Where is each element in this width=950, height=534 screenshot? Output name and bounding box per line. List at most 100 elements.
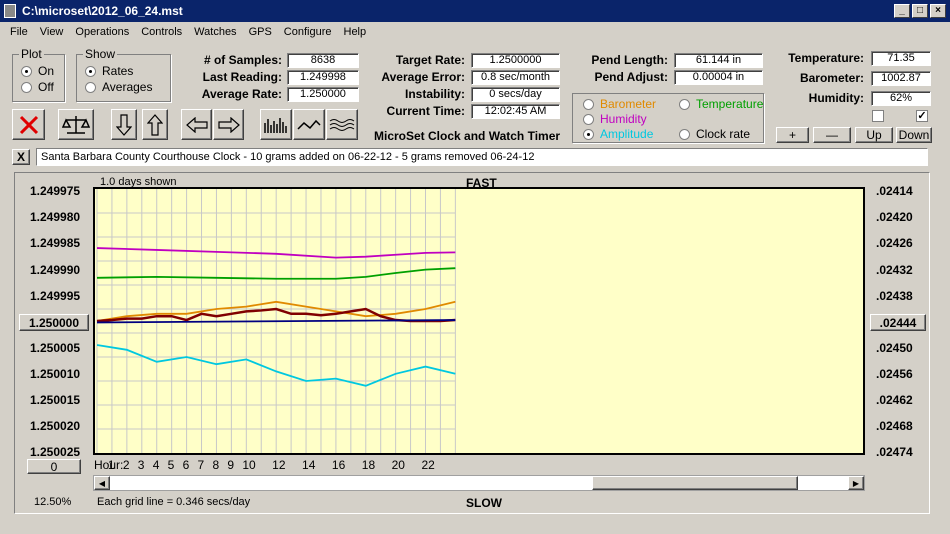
minus-button[interactable]: — xyxy=(813,127,851,143)
menu-view[interactable]: View xyxy=(34,26,70,38)
center-amplitude-button[interactable]: .02444 xyxy=(870,314,926,331)
wave-button[interactable] xyxy=(326,109,358,140)
stop-button[interactable] xyxy=(12,109,45,140)
samples-value: 8638 xyxy=(287,53,359,68)
average-rate-label: Average Rate: xyxy=(201,87,282,101)
menu-help[interactable]: Help xyxy=(338,26,373,38)
right-tick: .02456 xyxy=(876,367,913,381)
menu-controls[interactable]: Controls xyxy=(135,26,188,38)
radio-dot-icon xyxy=(583,128,594,140)
down-button[interactable]: Down xyxy=(896,127,932,143)
close-button[interactable]: × xyxy=(930,4,946,18)
menu-gps[interactable]: GPS xyxy=(243,26,278,38)
up-button[interactable]: Up xyxy=(855,127,893,143)
histogram-button[interactable] xyxy=(260,109,292,140)
radio-dot-icon xyxy=(583,98,594,110)
timer-title: MicroSet Clock and Watch Timer xyxy=(374,129,561,143)
checkbox-left[interactable] xyxy=(872,110,884,122)
plus-button[interactable]: + xyxy=(776,127,809,143)
checkbox-right[interactable]: ✓ xyxy=(916,110,928,122)
hour-tick: 2 xyxy=(122,458,130,472)
show-group-label: Show xyxy=(83,47,118,61)
show-rates-radio[interactable]: Rates xyxy=(85,63,170,79)
current-time-value: 12:02:45 AM xyxy=(471,104,560,119)
balance-scale-icon xyxy=(62,115,90,134)
right-tick: .02426 xyxy=(876,236,913,250)
average-error-value: 0.8 sec/month xyxy=(471,70,560,85)
arrow-down-button[interactable] xyxy=(111,109,137,140)
left-tick: 1.250010 xyxy=(30,367,81,381)
line-graph-icon xyxy=(297,119,321,130)
scroll-left-button[interactable]: ◀ xyxy=(94,476,110,490)
plot-on-label: On xyxy=(38,64,55,78)
samples-label: # of Samples: xyxy=(203,53,282,67)
scroll-thumb[interactable] xyxy=(592,476,798,490)
show-rates-label: Rates xyxy=(102,64,134,78)
plot-group: Plot On Off xyxy=(12,47,65,102)
temperature-radio-label: Temperature xyxy=(696,97,764,111)
arrow-left-button[interactable] xyxy=(181,109,212,140)
hour-tick: 9 xyxy=(227,458,235,472)
humidity-radio-label: Humidity xyxy=(600,112,647,126)
radio-dot-icon xyxy=(85,81,96,93)
right-tick: .02414 xyxy=(876,184,913,198)
balance-button[interactable] xyxy=(58,109,94,140)
chart-title-slow: SLOW xyxy=(466,496,502,510)
line-graph-button[interactable] xyxy=(293,109,325,140)
hour-tick: 10 xyxy=(242,458,256,472)
red-x-icon xyxy=(19,115,38,134)
right-tick: .02432 xyxy=(876,263,913,277)
zero-button[interactable]: 0 xyxy=(27,459,81,474)
sensor-group: Barometer Temperature Humidity Amplitude… xyxy=(572,93,764,143)
menu-watches[interactable]: Watches xyxy=(188,26,242,38)
grid-note: Each grid line = 0.346 secs/day xyxy=(97,496,251,508)
chart-plot xyxy=(93,187,865,455)
humidity-radio[interactable]: Humidity xyxy=(583,111,647,127)
arrow-right-button[interactable] xyxy=(213,109,244,140)
menu-operations[interactable]: Operations xyxy=(69,26,135,38)
radio-dot-icon xyxy=(679,128,690,140)
last-reading-label: Last Reading: xyxy=(202,70,282,84)
menu-bar: File View Operations Controls Watches GP… xyxy=(0,22,950,42)
plot-off-radio[interactable]: Off xyxy=(21,79,64,95)
hour-tick: 22 xyxy=(421,458,435,472)
clear-note-button[interactable]: X xyxy=(12,149,30,165)
plot-on-radio[interactable]: On xyxy=(21,63,64,79)
hour-tick: 16 xyxy=(331,458,346,472)
menu-configure[interactable]: Configure xyxy=(278,26,338,38)
center-rate-button[interactable]: 1.250000 xyxy=(19,314,89,331)
temperature-radio[interactable]: Temperature xyxy=(679,96,763,112)
barometer-stat-label: Barometer: xyxy=(799,71,864,85)
target-rate-label: Target Rate: xyxy=(395,53,465,67)
average-rate-value: 1.250000 xyxy=(287,87,359,102)
hour-tick: 4 xyxy=(152,458,160,472)
amplitude-radio[interactable]: Amplitude xyxy=(583,126,653,142)
plot-group-label: Plot xyxy=(19,47,44,61)
arrow-up-icon xyxy=(147,113,163,136)
barometer-radio[interactable]: Barometer xyxy=(583,96,656,112)
minimize-button[interactable]: _ xyxy=(894,4,910,18)
left-tick: 1.250005 xyxy=(30,341,81,355)
title-bar: C:\microset\2012_06_24.mst _ □ × xyxy=(0,0,950,22)
right-tick: .02468 xyxy=(876,419,913,433)
note-field[interactable]: Santa Barbara County Courthouse Clock - … xyxy=(36,148,928,166)
temperature-value: 71.35 xyxy=(871,51,931,66)
histogram-icon xyxy=(264,117,287,133)
hour-tick: 20 xyxy=(391,458,405,472)
menu-file[interactable]: File xyxy=(4,26,34,38)
left-tick: 1.249990 xyxy=(30,263,81,277)
zoom-level: 12.50% xyxy=(34,496,72,508)
radio-dot-icon xyxy=(21,65,32,77)
arrow-up-button[interactable] xyxy=(142,109,168,140)
show-averages-radio[interactable]: Averages xyxy=(85,79,170,95)
scroll-right-button[interactable]: ▶ xyxy=(848,476,864,490)
clockrate-radio[interactable]: Clock rate xyxy=(679,126,750,142)
maximize-button[interactable]: □ xyxy=(912,4,928,18)
scroll-track-end[interactable] xyxy=(798,476,848,490)
horizontal-scrollbar[interactable]: ◀ ▶ xyxy=(93,475,865,491)
right-tick: .02438 xyxy=(876,289,913,303)
barometer-label: Barometer xyxy=(600,97,657,111)
radio-dot-icon xyxy=(583,113,594,125)
scroll-track[interactable] xyxy=(110,476,592,490)
instability-value: 0 secs/day xyxy=(471,87,560,102)
